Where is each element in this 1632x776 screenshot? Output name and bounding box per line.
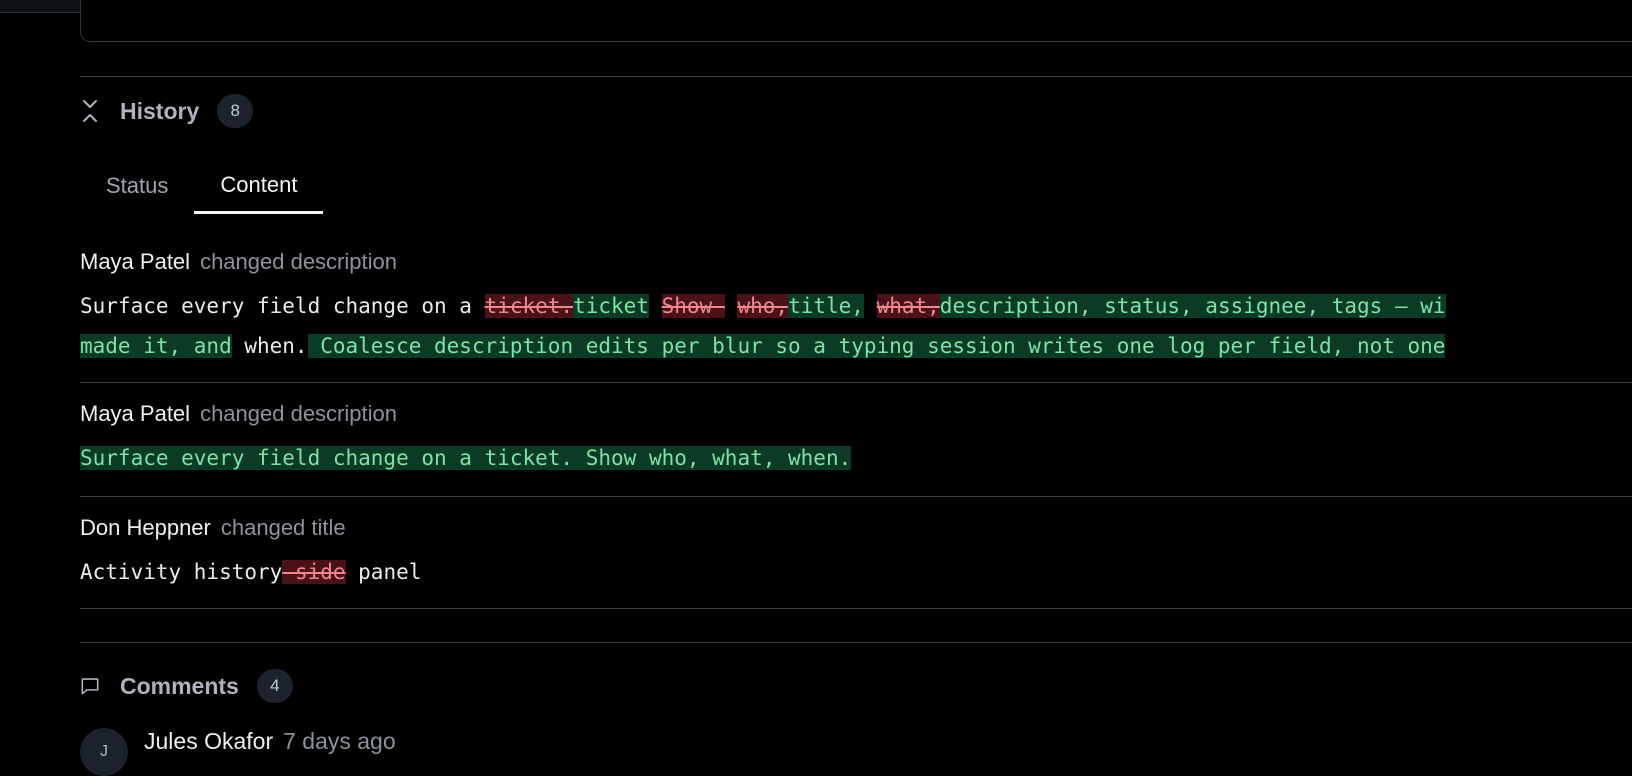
diff-insertion: ticket	[573, 294, 649, 318]
diff-line: Surface every field change on a ticket. …	[80, 438, 1632, 478]
diff-deletion: what,	[876, 294, 940, 318]
history-entry-header: Maya Patel changed description	[80, 401, 397, 427]
diff-line: Surface every field change on a ticket.t…	[80, 286, 1632, 326]
history-count-badge: 8	[217, 94, 254, 128]
diff-deletion: side	[282, 560, 346, 584]
entry-author: Don Heppner	[80, 515, 211, 540]
comment-author: Jules Okafor	[144, 728, 274, 754]
diff-unchanged	[725, 294, 738, 318]
history-title: History	[120, 97, 200, 124]
diff-deletion: Show	[661, 294, 725, 318]
avatar[interactable]: J	[80, 728, 128, 776]
comments-header[interactable]: Comments 4	[80, 668, 293, 704]
comment-icon	[80, 673, 100, 699]
tab-content[interactable]: Content	[194, 158, 324, 214]
entry-action: changed description	[200, 249, 397, 274]
history-tabs: Status Content	[80, 158, 324, 214]
tab-status[interactable]: Status	[80, 158, 194, 214]
diff-unchanged	[864, 294, 877, 318]
entry-divider	[80, 496, 1632, 497]
diff-line: made it, and when. Coalesce description …	[80, 326, 1632, 366]
section-divider	[80, 76, 1632, 77]
diff-unchanged: Surface every field change on a	[80, 294, 485, 318]
diff-deletion: who,	[737, 294, 789, 318]
diff-deletion: ticket.	[484, 294, 574, 318]
diff-unchanged: Activity history	[80, 560, 283, 584]
comment-timestamp: 7 days ago	[283, 728, 396, 754]
entry-author: Maya Patel	[80, 249, 191, 274]
diff-insertion: description, status, assignee, tags — wi	[939, 294, 1446, 318]
diff-insertion: title,	[788, 294, 864, 318]
entry-action: changed title	[220, 515, 346, 540]
entry-divider	[80, 382, 1632, 383]
diff-unchanged	[649, 294, 662, 318]
diff-line: Activity history side panel	[80, 552, 1632, 592]
diff-unchanged: panel	[345, 560, 422, 584]
history-entry-header: Maya Patel changed description	[80, 249, 397, 275]
history-entry-header: Don Heppner changed title	[80, 515, 346, 541]
comments-title: Comments	[120, 672, 239, 699]
diff-insertion: Coalesce description edits per blur so a…	[307, 334, 1446, 358]
entry-divider	[80, 608, 1632, 609]
section-divider	[80, 642, 1632, 643]
collapse-icon[interactable]	[80, 98, 100, 124]
comments-count-badge: 4	[256, 669, 293, 703]
history-header[interactable]: History 8	[80, 93, 254, 129]
description-card	[80, 0, 1632, 42]
comment-header: Jules Okafor 7 days ago	[144, 728, 396, 755]
diff-insertion: made it, and	[80, 334, 232, 358]
entry-action: changed description	[200, 401, 397, 426]
diff-unchanged: when.	[231, 334, 308, 358]
entry-author: Maya Patel	[80, 401, 191, 426]
diff-insertion: Surface every field change on a ticket. …	[80, 446, 852, 470]
